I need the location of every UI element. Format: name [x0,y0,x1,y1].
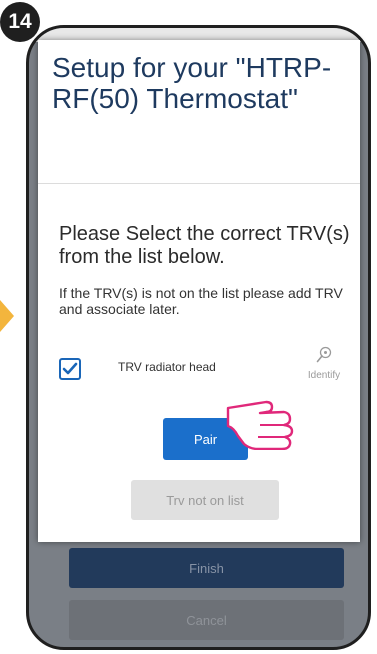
checkmark-icon [62,362,78,375]
identify-label: Identify [307,370,341,381]
step-number-badge: 14 [0,2,40,42]
dialog-title: Setup for your "HTRP-RF(50) Thermostat" [52,52,332,114]
setup-dialog: Setup for your "HTRP-RF(50) Thermostat" … [38,40,360,542]
cancel-button[interactable]: Cancel [69,600,344,640]
magnifier-icon [316,346,332,363]
trv-not-on-list-button[interactable]: Trv not on list [131,480,279,520]
trv-item-label: TRV radiator head [118,360,216,374]
pointing-hand-icon [226,400,294,450]
select-prompt: Please Select the correct TRV(s) from th… [59,223,350,268]
arrow-right-icon [0,300,14,332]
hint-text: If the TRV(s) is not on the list please … [59,285,343,317]
finish-button[interactable]: Finish [69,548,344,588]
trv-checkbox[interactable] [59,358,81,380]
divider [38,183,360,184]
identify-button[interactable]: Identify [298,346,350,381]
